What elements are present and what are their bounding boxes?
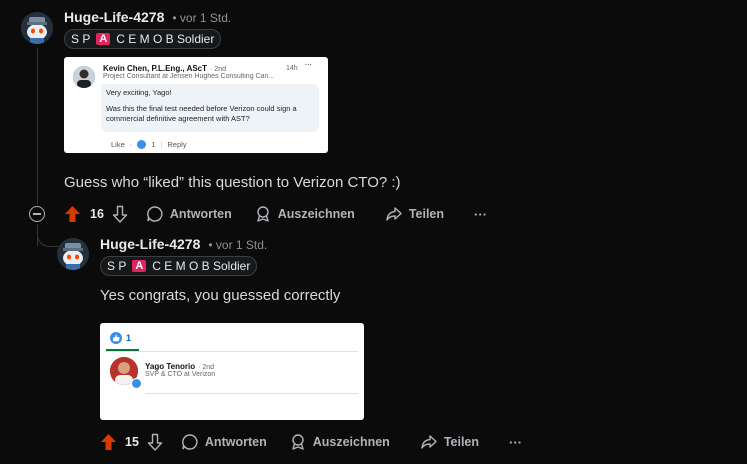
commenter-headline: Project Consultant at Jensen Hughes Cons… bbox=[103, 73, 275, 80]
vote-count: 16 bbox=[90, 207, 104, 221]
row-divider bbox=[145, 393, 358, 394]
username[interactable]: Huge-Life-4278 bbox=[100, 236, 200, 252]
reply-label: Antworten bbox=[169, 207, 232, 221]
comment-greeting: Very exciting, Yago! bbox=[106, 88, 172, 97]
tab-divider bbox=[106, 351, 358, 352]
reactor-name: Yago Tenorio bbox=[145, 362, 196, 371]
more-icon: ··· bbox=[305, 62, 312, 69]
comment-body: Guess who “liked” this question to Veriz… bbox=[64, 174, 401, 191]
comment-bubble: Very exciting, Yago! Was this the final … bbox=[101, 84, 319, 132]
flair-text: C E M O B Soldier bbox=[152, 259, 251, 273]
upvote-icon bbox=[65, 206, 80, 222]
upvote-button[interactable] bbox=[64, 205, 81, 223]
comment-actions: 15 Antworten Auszeichnen Teilen ··· bbox=[100, 433, 522, 451]
user-flair: S P A C E M O B Soldier bbox=[64, 29, 222, 49]
flair-text: S P bbox=[71, 32, 91, 46]
embedded-image[interactable]: Kevin Chen, P.L.Eng., AScT · 2nd Project… bbox=[64, 57, 328, 153]
timestamp[interactable]: • vor 1 Std. bbox=[208, 238, 267, 252]
award-label: Auszeichnen bbox=[277, 207, 355, 221]
avatar[interactable] bbox=[21, 12, 53, 44]
reply-label: Antworten bbox=[204, 435, 267, 449]
more-options-button[interactable]: ··· bbox=[474, 207, 487, 222]
thumbs-up-icon bbox=[113, 334, 120, 342]
thread-curve bbox=[37, 230, 58, 247]
minus-icon bbox=[33, 213, 41, 215]
award-button[interactable]: Auszeichnen bbox=[254, 205, 355, 223]
comment-icon bbox=[147, 206, 163, 222]
award-label: Auszeichnen bbox=[312, 435, 390, 449]
share-button[interactable]: Teilen bbox=[385, 205, 444, 223]
avatar[interactable] bbox=[57, 238, 89, 270]
upvote-button[interactable] bbox=[100, 433, 117, 451]
award-icon bbox=[292, 434, 304, 450]
profile-photo bbox=[73, 66, 95, 88]
downvote-icon bbox=[147, 433, 163, 451]
downvote-icon bbox=[112, 205, 128, 223]
reactor-headline: SVP & CTO at Verizon bbox=[145, 371, 216, 378]
like-badge-icon bbox=[131, 378, 142, 389]
connection-degree: · 2nd bbox=[198, 364, 215, 371]
comment-body: Yes congrats, you guessed correctly bbox=[100, 287, 341, 304]
award-button[interactable]: Auszeichnen bbox=[289, 433, 390, 451]
downvote-button[interactable] bbox=[112, 205, 128, 223]
collapse-button[interactable] bbox=[29, 206, 45, 222]
share-icon bbox=[386, 207, 402, 221]
more-options-button[interactable]: ··· bbox=[509, 435, 522, 450]
like-count: 1 bbox=[151, 140, 156, 149]
comment-question: Was this the final test needed before Ve… bbox=[106, 104, 297, 123]
thread-line bbox=[37, 48, 38, 204]
share-button[interactable]: Teilen bbox=[420, 433, 479, 451]
vote-count: 15 bbox=[125, 435, 139, 449]
user-flair: S P A C E M O B Soldier bbox=[100, 256, 258, 276]
share-label: Teilen bbox=[443, 435, 480, 449]
flair-badge: A bbox=[96, 33, 111, 45]
reply-button[interactable]: Antworten bbox=[146, 205, 232, 223]
share-icon bbox=[421, 435, 437, 449]
award-icon bbox=[257, 206, 269, 222]
snoo-avatar-icon bbox=[21, 12, 53, 44]
flair-text: C E M O B Soldier bbox=[116, 32, 215, 46]
username[interactable]: Huge-Life-4278 bbox=[64, 9, 164, 25]
reply-link: Reply bbox=[167, 140, 187, 149]
flair-badge: A bbox=[132, 260, 147, 272]
downvote-button[interactable] bbox=[147, 433, 163, 451]
connection-degree: · 2nd bbox=[210, 66, 226, 73]
upvote-icon bbox=[101, 434, 116, 450]
timestamp[interactable]: • vor 1 Std. bbox=[172, 11, 231, 25]
commenter-name: Kevin Chen, P.L.Eng., AScT bbox=[103, 64, 208, 73]
share-label: Teilen bbox=[408, 207, 445, 221]
comment-icon bbox=[182, 434, 198, 450]
reply-button[interactable]: Antworten bbox=[181, 433, 267, 451]
like-reaction-icon bbox=[137, 140, 147, 149]
like-reaction-icon bbox=[110, 332, 122, 344]
comment-actions: 16 Antworten Auszeichnen Teilen ··· bbox=[64, 205, 487, 223]
embedded-image[interactable]: 1 Yago Tenorio · 2nd SVP & CTO at Verizo… bbox=[100, 323, 364, 420]
reaction-count: 1 bbox=[126, 333, 132, 343]
like-link: Like bbox=[111, 140, 125, 149]
snoo-avatar-icon bbox=[57, 238, 89, 270]
person-photo-icon bbox=[73, 66, 95, 88]
flair-text: S P bbox=[107, 259, 127, 273]
comment-age: 14h bbox=[286, 65, 298, 72]
